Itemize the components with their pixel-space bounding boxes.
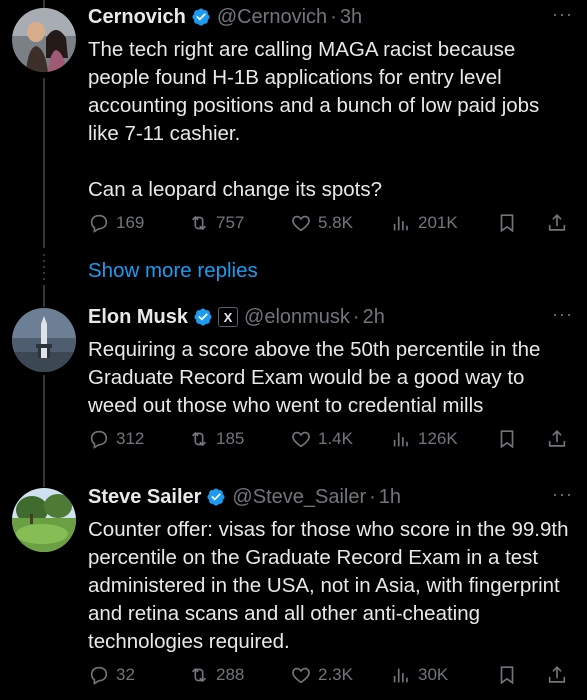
repost-button[interactable]: 757 [188,212,244,234]
separator-dot: · [369,485,376,508]
like-count: 2.3K [318,665,353,684]
share-icon [548,214,566,231]
repost-icon [191,667,207,683]
display-name[interactable]: Steve Sailer [88,486,201,509]
avatar[interactable] [12,8,76,72]
like-icon [292,667,310,684]
bookmark-button[interactable] [496,664,518,686]
tweet-header: Steve Sailer @Steve_Sailer · 1h ··· [88,482,573,512]
tweet-text: Requiring a score above the 50th percent… [88,338,547,417]
like-count: 1.4K [318,429,353,448]
handle[interactable]: @elonmusk [244,306,350,329]
tweet-header: Cernovich @Cernovich · 3h ··· [88,2,573,32]
x-affiliate-badge-icon: X [218,307,239,327]
reply-button[interactable]: 312 [88,428,144,450]
avatar[interactable] [12,308,76,372]
tweet-actions: 169 757 5.8K 201K [0,208,587,238]
tweet-text: Counter offer: visas for those who score… [88,518,575,653]
tweet-actions: 32 288 2.3K 30K [0,660,587,690]
timestamp[interactable]: 1h [379,486,401,509]
repost-icon [191,215,207,231]
handle[interactable]: @Cernovich [217,6,327,29]
tweet-cernovich[interactable]: Cernovich @Cernovich · 3h ··· The tech r… [0,0,587,250]
avatar[interactable] [12,488,76,552]
like-button[interactable]: 5.8K [290,212,353,234]
reply-icon [90,430,108,449]
more-icon[interactable]: ··· [552,304,573,325]
share-button[interactable] [546,664,568,686]
reply-icon [90,666,108,685]
verified-badge-icon [207,488,225,506]
views-count: 126K [418,429,458,448]
share-button[interactable] [546,428,568,450]
views-count: 201K [418,213,458,232]
reply-icon [90,214,108,233]
repost-icon [191,431,207,447]
separator-dot: · [352,305,360,328]
repost-count: 757 [216,213,245,232]
bookmark-button[interactable] [496,428,518,450]
tweet-header: Elon Musk X @elonmusk · 2h ··· [88,302,573,332]
tweet-stevesailer[interactable]: Steve Sailer @Steve_Sailer · 1h ··· Coun… [0,480,587,700]
reply-count: 169 [116,213,145,232]
timestamp[interactable]: 3h [340,6,362,29]
more-icon[interactable]: ··· [552,4,573,25]
like-button[interactable]: 2.3K [290,664,353,686]
views-button[interactable]: 126K [390,428,458,450]
verified-badge-icon [194,308,212,326]
views-icon [393,432,408,447]
like-icon [292,431,310,448]
share-icon [548,430,566,447]
share-button[interactable] [546,212,568,234]
display-name[interactable]: Cernovich [88,6,186,29]
repost-count: 185 [216,429,245,448]
like-count: 5.8K [318,213,353,232]
repost-count: 288 [216,665,245,684]
thread-gap-dots [43,254,45,284]
more-icon[interactable]: ··· [552,484,573,505]
like-button[interactable]: 1.4K [290,428,353,450]
views-icon [393,216,408,231]
reply-button[interactable]: 32 [88,664,135,686]
share-icon [548,666,566,683]
reply-count: 312 [116,429,145,448]
reply-button[interactable]: 169 [88,212,144,234]
bookmark-icon [500,666,514,685]
bookmark-icon [500,214,514,233]
separator-dot: · [330,5,337,28]
views-button[interactable]: 30K [390,664,448,686]
views-icon [393,668,408,683]
handle[interactable]: @Steve_Sailer [232,486,366,509]
like-icon [292,215,310,232]
display-name[interactable]: Elon Musk [88,306,188,329]
tweet-text: The tech right are calling MAGA racist b… [88,38,540,201]
verified-badge-icon [192,8,210,26]
tweet-elonmusk[interactable]: Elon Musk X @elonmusk · 2h ··· Requiring… [0,300,587,470]
tweet-actions: 312 185 1.4K 126K [0,424,587,454]
reply-count: 32 [116,665,135,684]
repost-button[interactable]: 288 [188,664,244,686]
repost-button[interactable]: 185 [188,428,244,450]
timestamp[interactable]: 2h [363,306,385,329]
views-count: 30K [418,665,449,684]
views-button[interactable]: 201K [390,212,458,234]
bookmark-button[interactable] [496,212,518,234]
show-more-replies-link[interactable]: Show more replies [88,259,258,283]
bookmark-icon [500,430,514,449]
